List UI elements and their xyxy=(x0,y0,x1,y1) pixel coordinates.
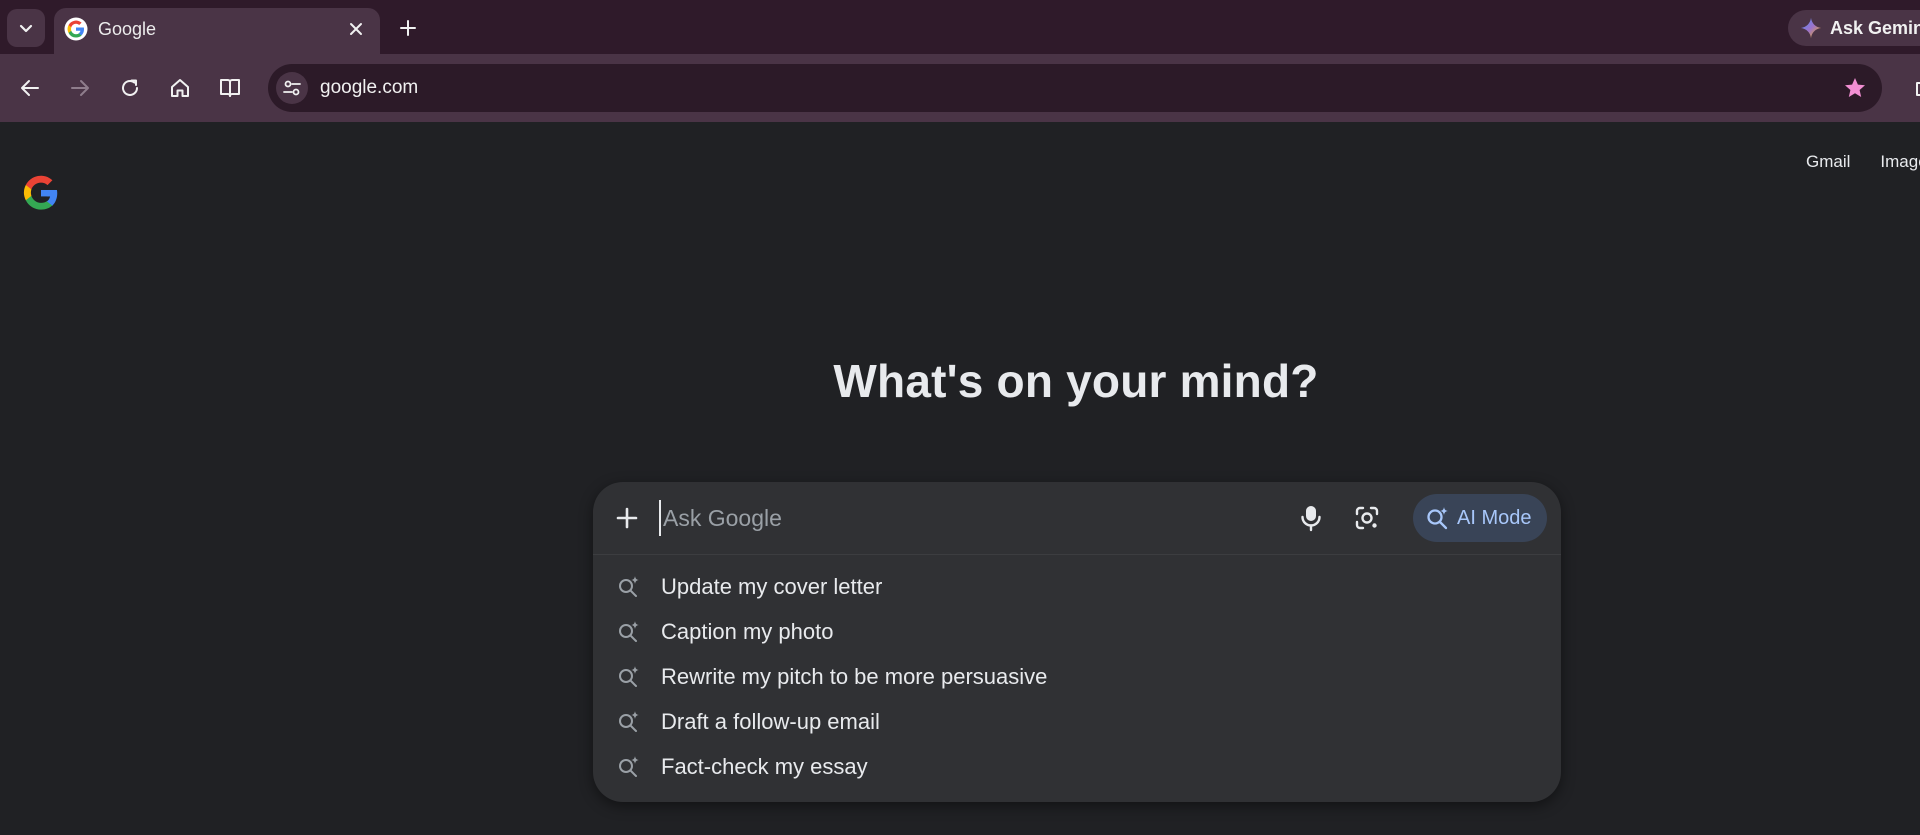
ai-search-sparkle-icon xyxy=(615,618,643,646)
search-input[interactable] xyxy=(659,500,1259,536)
home-icon xyxy=(171,79,189,97)
tab-search-button[interactable] xyxy=(7,9,45,47)
ai-mode-label: AI Mode xyxy=(1457,506,1532,529)
arrow-left-icon xyxy=(21,80,39,96)
address-bar[interactable]: google.com xyxy=(268,64,1882,112)
ask-gemini-button[interactable]: Ask Gemini xyxy=(1788,10,1920,46)
reload-button[interactable] xyxy=(110,68,150,108)
puzzle-icon xyxy=(1916,82,1920,96)
ai-mode-button[interactable]: AI Mode xyxy=(1413,494,1547,542)
suggestion-item[interactable]: Rewrite my pitch to be more persuasive xyxy=(593,654,1561,699)
suggestion-text: Rewrite my pitch to be more persuasive xyxy=(661,663,1048,689)
voice-search-button[interactable] xyxy=(1293,500,1329,536)
forward-button[interactable] xyxy=(60,68,100,108)
reload-icon xyxy=(122,79,138,96)
search-panel: AI Mode Update my cover letter Caption m… xyxy=(593,482,1561,802)
new-tab-button[interactable] xyxy=(392,12,424,44)
suggestion-text: Update my cover letter xyxy=(661,573,883,599)
reading-mode-button[interactable] xyxy=(210,68,250,108)
plus-icon xyxy=(400,20,416,36)
ai-search-sparkle-icon xyxy=(615,708,643,736)
camera-lens-icon xyxy=(1355,506,1379,530)
suggestion-item[interactable]: Update my cover letter xyxy=(593,564,1561,609)
arrow-right-icon xyxy=(71,80,89,96)
google-favicon-icon xyxy=(64,17,88,41)
suggestion-text: Fact-check my essay xyxy=(661,753,868,779)
search-bar: AI Mode xyxy=(593,482,1561,555)
suggestion-list: Update my cover letter Caption my photo … xyxy=(593,564,1561,789)
suggestion-item[interactable]: Draft a follow-up email xyxy=(593,699,1561,744)
ask-gemini-label: Ask Gemini xyxy=(1830,17,1920,38)
plus-icon xyxy=(616,507,638,529)
site-info-button[interactable] xyxy=(276,72,308,104)
bookmark-button[interactable] xyxy=(1842,75,1868,101)
gmail-link[interactable]: Gmail xyxy=(1806,152,1850,172)
url-text[interactable]: google.com xyxy=(320,77,418,99)
ai-search-sparkle-icon xyxy=(615,753,643,781)
tab-title: Google xyxy=(98,19,157,39)
star-icon xyxy=(1845,78,1865,97)
suggestion-text: Caption my photo xyxy=(661,618,834,644)
home-button[interactable] xyxy=(160,68,200,108)
extensions-button[interactable] xyxy=(1904,68,1920,108)
tune-icon xyxy=(283,80,301,96)
lens-search-button[interactable] xyxy=(1349,500,1385,536)
chevron-down-icon xyxy=(19,24,33,33)
suggestion-item[interactable]: Fact-check my essay xyxy=(593,744,1561,789)
tab-close-button[interactable] xyxy=(344,17,368,41)
suggestion-item[interactable]: Caption my photo xyxy=(593,609,1561,654)
ai-search-sparkle-icon xyxy=(615,573,643,601)
top-links: Gmail Images xyxy=(1806,152,1920,172)
suggestion-text: Draft a follow-up email xyxy=(661,708,880,734)
back-button[interactable] xyxy=(10,68,50,108)
browser-toolbar: google.com xyxy=(0,54,1920,122)
ai-search-sparkle-icon xyxy=(615,663,643,691)
active-tab[interactable]: Google xyxy=(54,8,380,54)
add-attachment-button[interactable] xyxy=(609,500,645,536)
tab-strip: Google Ask Gemini xyxy=(0,0,1920,54)
google-g-logo-icon[interactable] xyxy=(22,174,60,212)
ai-search-sparkle-icon xyxy=(1427,507,1448,530)
close-icon xyxy=(350,23,362,35)
google-homepage: Gmail Images What's on your mind? xyxy=(0,122,1920,835)
page-headline: What's on your mind? xyxy=(833,355,1319,407)
images-link[interactable]: Images xyxy=(1880,152,1920,172)
book-icon xyxy=(220,79,240,97)
gemini-sparkle-icon xyxy=(1800,17,1822,39)
microphone-icon xyxy=(1301,506,1321,532)
